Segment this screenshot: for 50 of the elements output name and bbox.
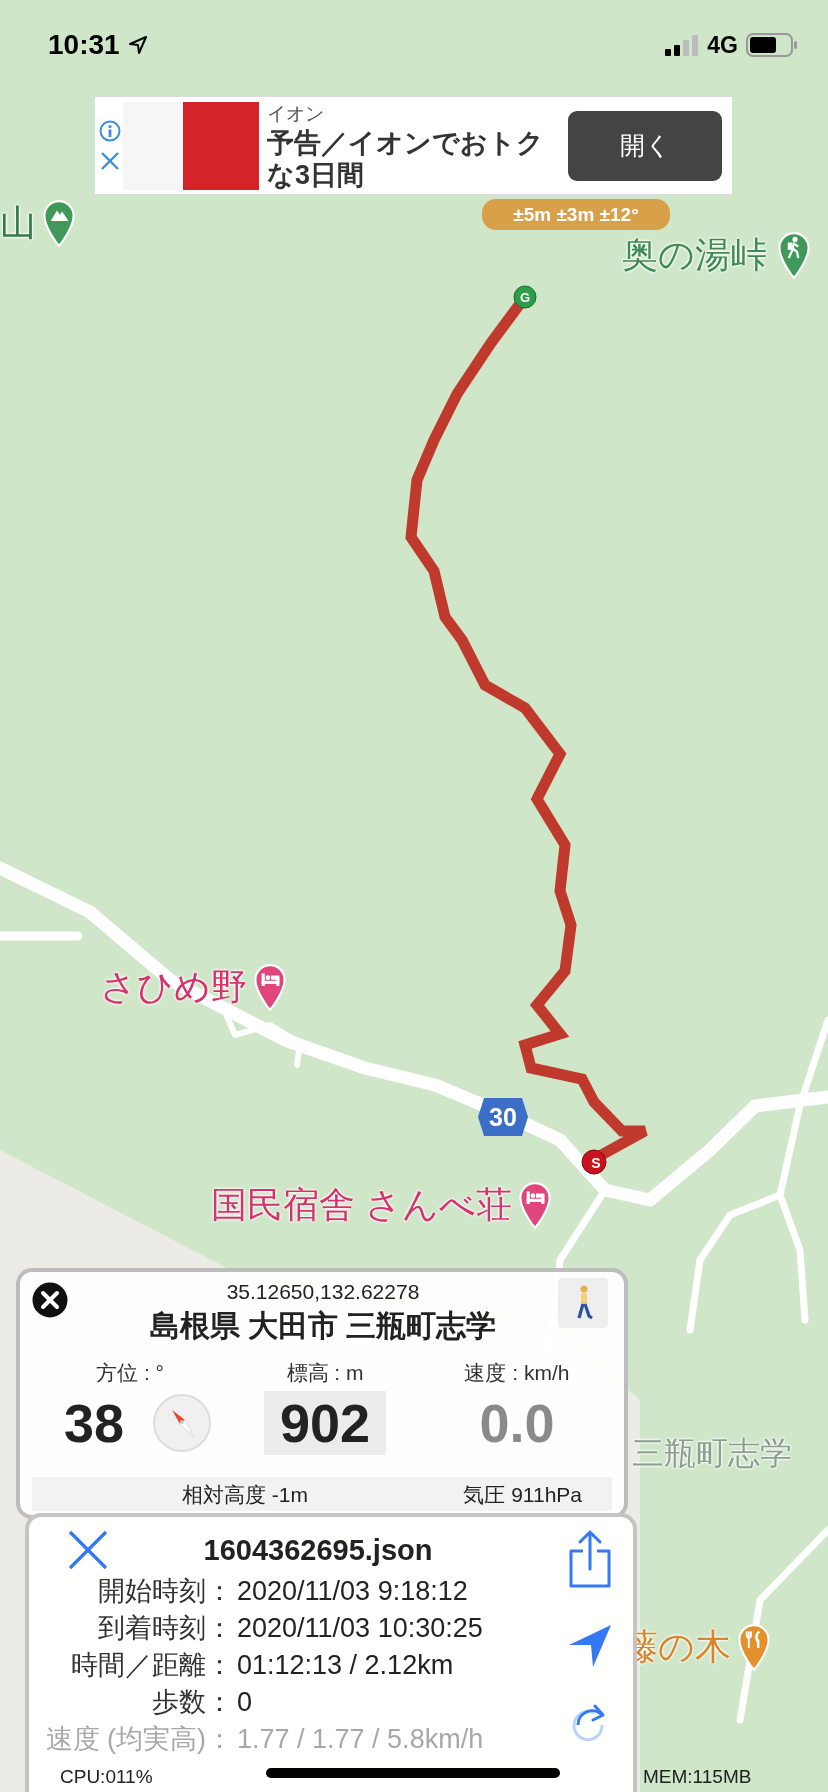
readout-value: 0.0 <box>478 1392 556 1455</box>
map-place-label: 三瓶町志学 <box>632 1434 792 1473</box>
stat-label: 速度 (均実高)： <box>44 1723 233 1756</box>
stat-value: 2020/11/03 9:18:12 <box>236 1575 469 1608</box>
mountain-pin-icon[interactable] <box>42 198 76 248</box>
stat-value: 0 <box>236 1686 254 1719</box>
open-button[interactable]: 開く <box>568 110 722 181</box>
route-shield: 30 <box>478 1098 528 1136</box>
accuracy-badge: ±5m ±3m ±12° <box>482 199 670 230</box>
location-arrow-icon <box>127 35 148 55</box>
bed-pin-icon[interactable] <box>518 1180 552 1230</box>
air-pressure: 気圧 911hPa <box>463 1482 582 1508</box>
file-name: 1604362695.json <box>202 1533 434 1567</box>
readout-value: 902 <box>263 1391 387 1455</box>
walk-mode-button[interactable] <box>558 1278 608 1328</box>
network-type: 4G <box>707 31 738 59</box>
map-place-label: 奥の湯峠 <box>622 232 767 277</box>
ad-headline: 予告／イオンでおトクな3日間 <box>267 126 545 191</box>
stat-value: 2020/11/03 10:30:25 <box>236 1612 484 1645</box>
map-place-label: さひめ野 <box>100 964 247 1009</box>
share-icon[interactable] <box>567 1529 613 1589</box>
map-place-label: 国民宿舎 さんべ荘 <box>211 1182 512 1227</box>
stat-value: 1.77 / 1.77 / 5.8km/h <box>236 1723 485 1756</box>
memory-usage: MEM:115MB <box>643 1766 752 1788</box>
map-place-label: 山 <box>0 200 36 245</box>
address: 島根県 大田市 三瓶町志学 <box>149 1308 497 1344</box>
navigation-arrow-icon[interactable] <box>567 1623 613 1669</box>
signal-icon <box>665 34 700 56</box>
readout-label: 速度 : km/h <box>464 1360 570 1386</box>
stat-label: 到着時刻： <box>97 1612 233 1645</box>
readout-label: 方位 : ° <box>96 1360 164 1386</box>
hiker-pin-icon[interactable] <box>777 230 811 280</box>
readout-value: 38 <box>62 1392 126 1455</box>
bed-pin-icon[interactable] <box>253 962 287 1012</box>
compass-icon <box>152 1393 213 1453</box>
clock-time: 10:31 <box>48 29 120 61</box>
start-marker[interactable]: S <box>581 1149 607 1175</box>
coordinates: 35.12650,132.62278 <box>226 1280 420 1304</box>
advertiser-name: イオン <box>267 101 325 126</box>
stat-value: 01:12:13 / 2.12km <box>236 1649 455 1682</box>
stat-label: 歩数： <box>151 1686 233 1719</box>
fork-knife-pin-icon[interactable] <box>737 1622 771 1672</box>
relative-altitude: 相対高度 -1m <box>182 1482 308 1508</box>
stat-label: 時間／距離： <box>70 1649 233 1682</box>
cpu-usage: CPU:011% <box>60 1766 153 1788</box>
battery-icon <box>746 33 798 57</box>
goal-marker[interactable]: G <box>513 285 537 309</box>
stat-label: 開始時刻： <box>97 1575 233 1608</box>
readout-label: 標高 : m <box>286 1360 364 1386</box>
info-icon[interactable] <box>99 119 121 142</box>
